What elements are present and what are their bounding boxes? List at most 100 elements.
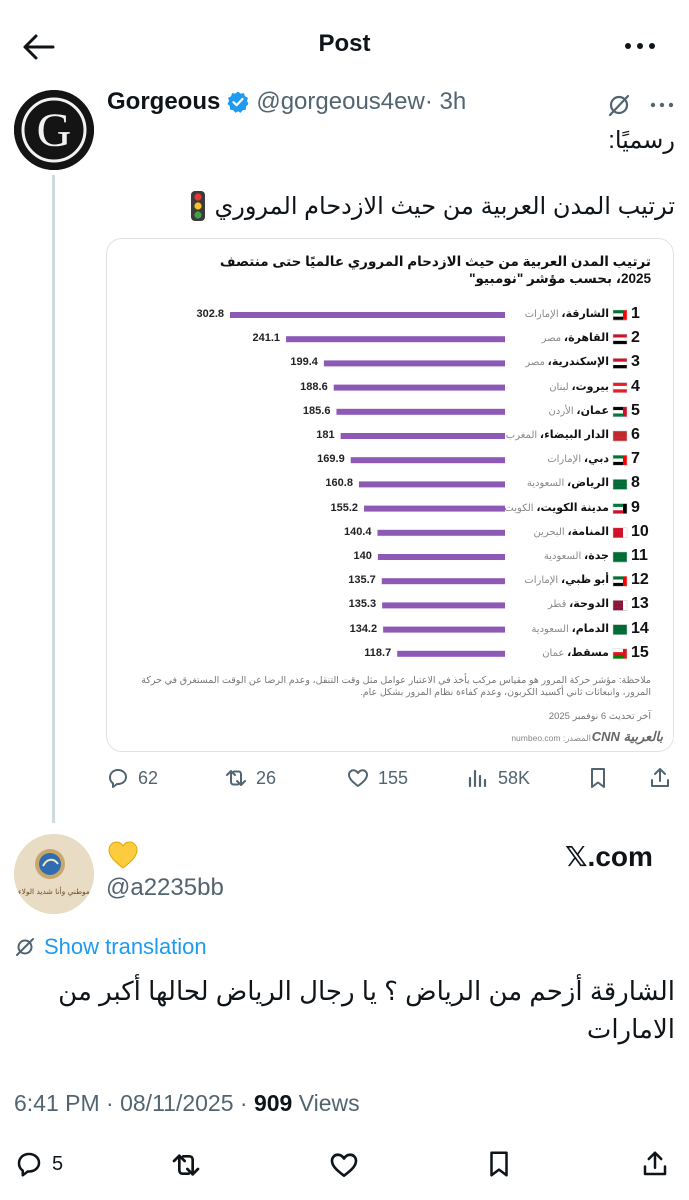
grok-icon [608,94,630,117]
country-label: السعودية [526,478,568,490]
rank-label: 4 [631,377,640,395]
bar-category-label: دبي، الإمارات [547,452,609,465]
reply-repost-button[interactable] [170,1149,202,1181]
rank-label: 8 [631,474,640,492]
rank-label: 2 [631,329,640,347]
rank-label: 1 [631,305,640,322]
city-label: الرياض، [567,477,609,490]
rank-label: 10 [631,522,649,540]
country-label: المغرب [505,430,540,441]
avatar-g-logo-icon: G [14,90,94,170]
bar-value-label: 140 [353,550,372,562]
verified-badge-icon [227,91,249,113]
share-button[interactable] [648,766,672,790]
show-translation-label[interactable]: Show translation [44,934,207,960]
city-label: مدينة الكويت، [536,501,609,514]
reply-count: 62 [138,767,159,788]
bar-value-label: 134.2 [349,622,378,635]
bar-value-label: 118.7 [364,646,392,659]
bar-value-label: 135.7 [348,574,376,587]
show-translation-link[interactable]: Show translation [14,934,207,960]
bookmark-button[interactable] [586,766,610,790]
bookmark-icon [490,1151,508,1177]
bar-category-label: الإسكندرية، مصر [525,355,609,368]
tweet-text-line-1: رسميًا: [608,127,675,154]
tweet-text-line-2-text: ترتيب المدن العربية من حيث الازدحام المر… [214,192,675,220]
rank-label: 9 [631,498,640,516]
rank-label: 7 [631,450,640,468]
like-count: 155 [378,767,409,788]
author-row[interactable]: Gorgeous @gorgeous4ew · 3h [107,88,466,116]
cnn-logo: CNN بالعربية [591,729,663,744]
reply-avatar[interactable]: موطني وأنا شديد الولاء [14,834,94,914]
bar-value-label: 188.6 [300,380,328,393]
bar-value-label: 181 [316,429,335,441]
rank-label: 3 [631,353,640,371]
repost-icon [226,770,246,786]
tweet-more-button[interactable] [648,96,676,114]
bar-value-label: 135.3 [348,598,377,611]
country-label: مصر [525,357,548,369]
rank-label: 5 [631,401,640,419]
more-options-button[interactable] [620,34,660,58]
author-handle[interactable]: @gorgeous4ew [256,88,424,116]
author-avatar[interactable]: G [14,90,94,170]
city-label: الدار البيضاء، [539,429,609,441]
bookmark-icon [591,768,605,788]
post-time[interactable]: · 3h [425,88,466,116]
bar-category-label: الشارقة، الإمارات [525,307,609,320]
timestamp[interactable]: 6:41 PM · 08/11/2025 · [14,1090,254,1116]
views-label: Views [292,1090,360,1116]
tweet-media-image[interactable]: ترتيب المدن العربية من حيث الازدحام المر… [106,238,674,752]
country-label: قطر [547,599,570,611]
more-icon [650,102,674,108]
bar-value-label: 302.8 [196,308,224,320]
country-label: لبنان [549,381,572,393]
bar-value-label: 155.2 [330,501,359,514]
country-label: الإمارات [524,575,561,587]
bar-category-label: أبو ظبي، الإمارات [524,573,609,586]
repost-count: 26 [256,767,277,788]
reply-share-button[interactable] [640,1149,670,1179]
bar-value-label: 199.4 [290,356,318,369]
bar-category-label: عمان، الأردن [549,404,609,417]
reply-actions: 5 [0,1145,689,1185]
reply-handle[interactable]: @a2235bb [106,874,224,902]
country-label: مصر [541,333,564,345]
bar-value-label: 140.4 [343,525,372,538]
rank-label: 14 [631,619,649,637]
views-button[interactable]: 58K [466,766,530,790]
svg-text:G: G [37,104,72,157]
rank-label: 12 [631,571,649,589]
reply-button[interactable]: 62 [106,766,158,790]
like-heart-icon [330,1153,358,1177]
bar-value-label: 185.6 [302,404,331,417]
yellow-heart-emoji [106,838,140,872]
bar-category-label: بيروت، لبنان [549,380,609,393]
city-label: القاهرة، [563,332,609,345]
reply-bookmark-button[interactable] [484,1149,514,1179]
chart-note: ملاحظة: مؤشر حركة المرور هو مقياس مركب ي… [141,675,651,698]
bar-category-label: جدة، السعودية [544,549,609,562]
reply-reply-button[interactable]: 5 [14,1149,63,1179]
like-button[interactable]: 155 [346,766,408,790]
bar-value-label: 241.1 [252,332,281,345]
yellow-heart-icon [108,841,138,869]
bar-value-label: 160.8 [325,477,353,490]
reply-avatar-emblem-icon: موطني وأنا شديد الولاء [14,834,94,914]
views-count: 58K [498,767,531,788]
country-label: الإمارات [524,309,562,320]
country-label: الإمارات [547,454,584,466]
bar-value-label: 169.9 [317,453,345,466]
grok-button[interactable] [606,92,632,118]
city-label: الشارقة، [561,308,609,320]
author-name[interactable]: Gorgeous [107,88,220,116]
traffic-light-icon [191,191,206,221]
bar-category-label: القاهرة، مصر [542,331,609,344]
city-label: أبو ظبي، [560,574,609,587]
reply-like-button[interactable] [328,1149,360,1181]
repost-button[interactable]: 26 [224,766,276,790]
country-label: الكويت [504,502,537,514]
country-label: عمان [542,647,568,659]
views-total: 909 [253,1090,293,1116]
